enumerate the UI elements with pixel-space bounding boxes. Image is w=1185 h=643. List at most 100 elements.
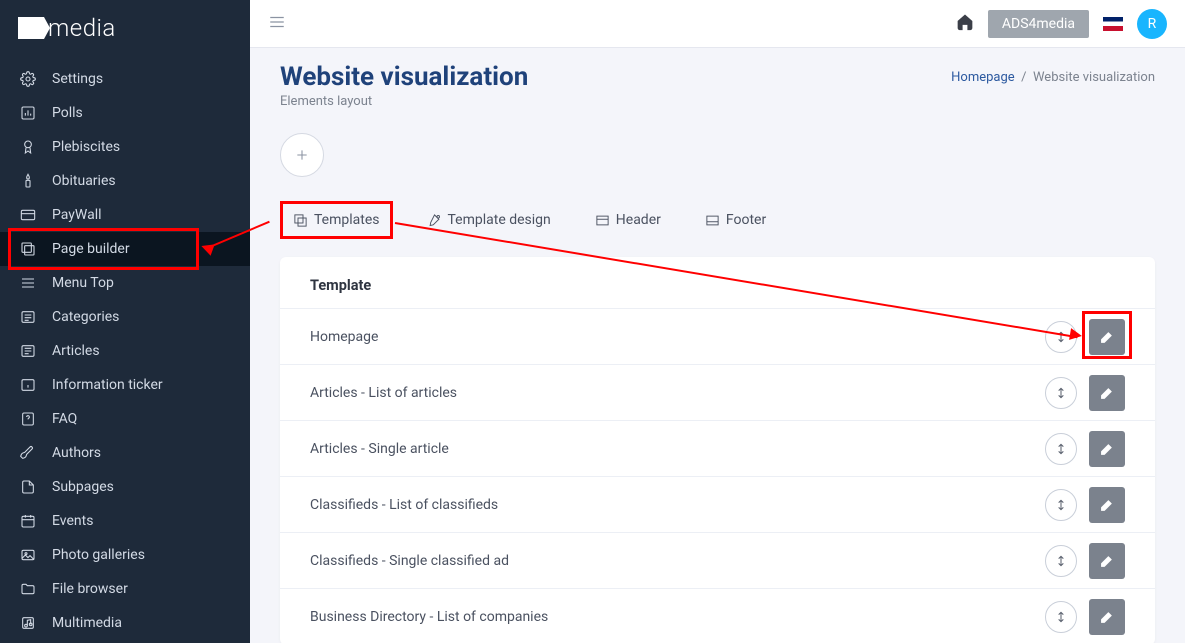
updown-icon [1054, 442, 1068, 456]
sidebar-item-file-browser[interactable]: File browser [0, 572, 250, 606]
edit-icon [1099, 385, 1115, 401]
sidebar-item-settings[interactable]: Settings [0, 62, 250, 96]
reorder-button[interactable] [1045, 433, 1077, 465]
brand-logo[interactable]: media [0, 0, 250, 56]
main: Website visualization Elements layout Ho… [250, 48, 1185, 643]
edit-icon [1099, 329, 1115, 345]
updown-icon [1054, 610, 1068, 624]
sidebar-item-label: Articles [52, 343, 100, 359]
updown-icon [1054, 498, 1068, 512]
gear-icon [18, 69, 38, 89]
updown-icon [1054, 554, 1068, 568]
sidebar-nav: Settings Polls Plebiscites Obituaries Pa… [0, 56, 250, 640]
edit-button[interactable] [1089, 375, 1125, 411]
bar-chart-icon [18, 103, 38, 123]
edit-button[interactable] [1089, 599, 1125, 635]
layers-icon [293, 213, 308, 228]
award-icon [18, 137, 38, 157]
sidebar-item-multimedia[interactable]: Multimedia [0, 606, 250, 640]
candle-icon [18, 171, 38, 191]
sidebar-item-label: Photo galleries [52, 547, 145, 563]
reorder-button[interactable] [1045, 321, 1077, 353]
sidebar-item-faq[interactable]: FAQ [0, 402, 250, 436]
tab-label: Template design [448, 212, 551, 228]
table-header: Template [280, 257, 1155, 309]
tabs: Templates Template design Header Footer [280, 201, 1155, 239]
tab-label: Templates [314, 212, 380, 228]
breadcrumb: Homepage / Website visualization [951, 70, 1155, 85]
tenant-badge[interactable]: ADS4media [988, 10, 1089, 38]
tab-label: Footer [726, 212, 766, 228]
pen-icon [18, 443, 38, 463]
template-row: Business Directory - List of companies [280, 589, 1155, 643]
sidebar-item-label: Plebiscites [52, 139, 120, 155]
sidebar-item-label: Categories [52, 309, 119, 325]
breadcrumb-parent[interactable]: Homepage [951, 70, 1015, 85]
reorder-button[interactable] [1045, 601, 1077, 633]
list-icon [18, 307, 38, 327]
sidebar-item-obituaries[interactable]: Obituaries [0, 164, 250, 198]
sidebar-item-label: Multimedia [52, 615, 122, 631]
edit-icon [1099, 441, 1115, 457]
sidebar-item-label: Menu Top [52, 275, 114, 291]
sidebar-item-authors[interactable]: Authors [0, 436, 250, 470]
edit-button[interactable] [1089, 319, 1125, 355]
template-name: Classifieds - Single classified ad [310, 553, 509, 569]
layers-icon [18, 239, 38, 259]
updown-icon [1054, 386, 1068, 400]
tab-templates[interactable]: Templates [280, 201, 393, 239]
user-avatar[interactable]: R [1137, 9, 1167, 39]
template-name: Classifieds - List of classifieds [310, 497, 498, 513]
edit-button[interactable] [1089, 487, 1125, 523]
sidebar-item-events[interactable]: Events [0, 504, 250, 538]
tab-label: Header [616, 212, 661, 228]
add-button[interactable] [280, 133, 324, 177]
sidebar-item-page-builder[interactable]: Page builder [0, 232, 250, 266]
reorder-button[interactable] [1045, 377, 1077, 409]
sidebar-item-label: Information ticker [52, 377, 163, 393]
template-name: Articles - List of articles [310, 385, 457, 401]
templates-card: Template Homepage Articles - List of art… [280, 257, 1155, 643]
page-subtitle: Elements layout [280, 94, 528, 109]
edit-icon [1099, 553, 1115, 569]
sidebar-item-photo-galleries[interactable]: Photo galleries [0, 538, 250, 572]
reorder-button[interactable] [1045, 545, 1077, 577]
tab-template-design[interactable]: Template design [417, 204, 561, 236]
reorder-button[interactable] [1045, 489, 1077, 521]
home-icon[interactable] [956, 13, 974, 35]
sidebar-item-label: PayWall [52, 207, 102, 223]
edit-button[interactable] [1089, 543, 1125, 579]
topbar: ADS4media R [250, 0, 1185, 48]
sidebar-item-label: Page builder [52, 241, 130, 257]
sidebar-item-polls[interactable]: Polls [0, 96, 250, 130]
template-row: Articles - Single article [280, 421, 1155, 477]
layout-top-icon [595, 213, 610, 228]
sidebar-item-categories[interactable]: Categories [0, 300, 250, 334]
calendar-icon [18, 511, 38, 531]
menu-icon [18, 273, 38, 293]
tab-footer[interactable]: Footer [695, 204, 776, 236]
brand-icon [18, 17, 44, 39]
sidebar-item-label: FAQ [52, 411, 77, 427]
sidebar-item-paywall[interactable]: PayWall [0, 198, 250, 232]
edit-button[interactable] [1089, 431, 1125, 467]
sidebar: media Settings Polls Plebiscites Obituar… [0, 0, 250, 643]
sidebar-item-menu-top[interactable]: Menu Top [0, 266, 250, 300]
sidebar-item-label: Authors [52, 445, 101, 461]
language-flag-icon[interactable] [1103, 17, 1123, 31]
sidebar-item-label: Polls [52, 105, 83, 121]
template-row: Classifieds - List of classifieds [280, 477, 1155, 533]
template-row: Homepage [280, 309, 1155, 365]
sidebar-item-information-ticker[interactable]: Information ticker [0, 368, 250, 402]
article-icon [18, 341, 38, 361]
sidebar-item-label: Obituaries [52, 173, 116, 189]
sidebar-item-plebiscites[interactable]: Plebiscites [0, 130, 250, 164]
template-row: Classifieds - Single classified ad [280, 533, 1155, 589]
menu-toggle-icon[interactable] [268, 13, 286, 35]
tab-header[interactable]: Header [585, 204, 671, 236]
file-icon [18, 477, 38, 497]
sidebar-item-label: Events [52, 513, 93, 529]
sidebar-item-subpages[interactable]: Subpages [0, 470, 250, 504]
sidebar-item-articles[interactable]: Articles [0, 334, 250, 368]
sidebar-item-label: Settings [52, 71, 103, 87]
